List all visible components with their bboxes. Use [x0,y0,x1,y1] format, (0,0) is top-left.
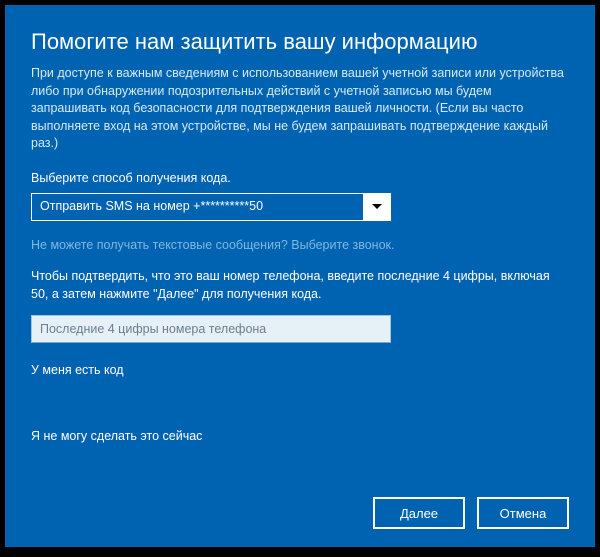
cannot-now-link[interactable]: Я не могу сделать это сейчас [31,429,569,443]
next-button[interactable]: Далее [373,497,465,529]
method-label: Выберите способ получения кода. [31,171,569,185]
chevron-down-icon [372,204,382,209]
cancel-button[interactable]: Отмена [477,497,569,529]
method-select-toggle[interactable] [363,193,391,221]
description-text: При доступе к важным сведениям с использ… [31,65,569,153]
confirm-instructions: Чтобы подтвердить, что это ваш номер тел… [31,268,569,303]
call-hint[interactable]: Не можете получать текстовые сообщения? … [31,237,569,255]
method-select[interactable]: Отправить SMS на номер +**********50 [31,193,391,221]
page-title: Помогите нам защитить вашу информацию [31,29,569,55]
footer-buttons: Далее Отмена [31,497,569,529]
dialog-window: Помогите нам защитить вашу информацию Пр… [5,5,595,547]
last-digits-input[interactable] [31,315,391,343]
method-select-value[interactable]: Отправить SMS на номер +**********50 [31,193,363,221]
have-code-link[interactable]: У меня есть код [31,363,569,377]
